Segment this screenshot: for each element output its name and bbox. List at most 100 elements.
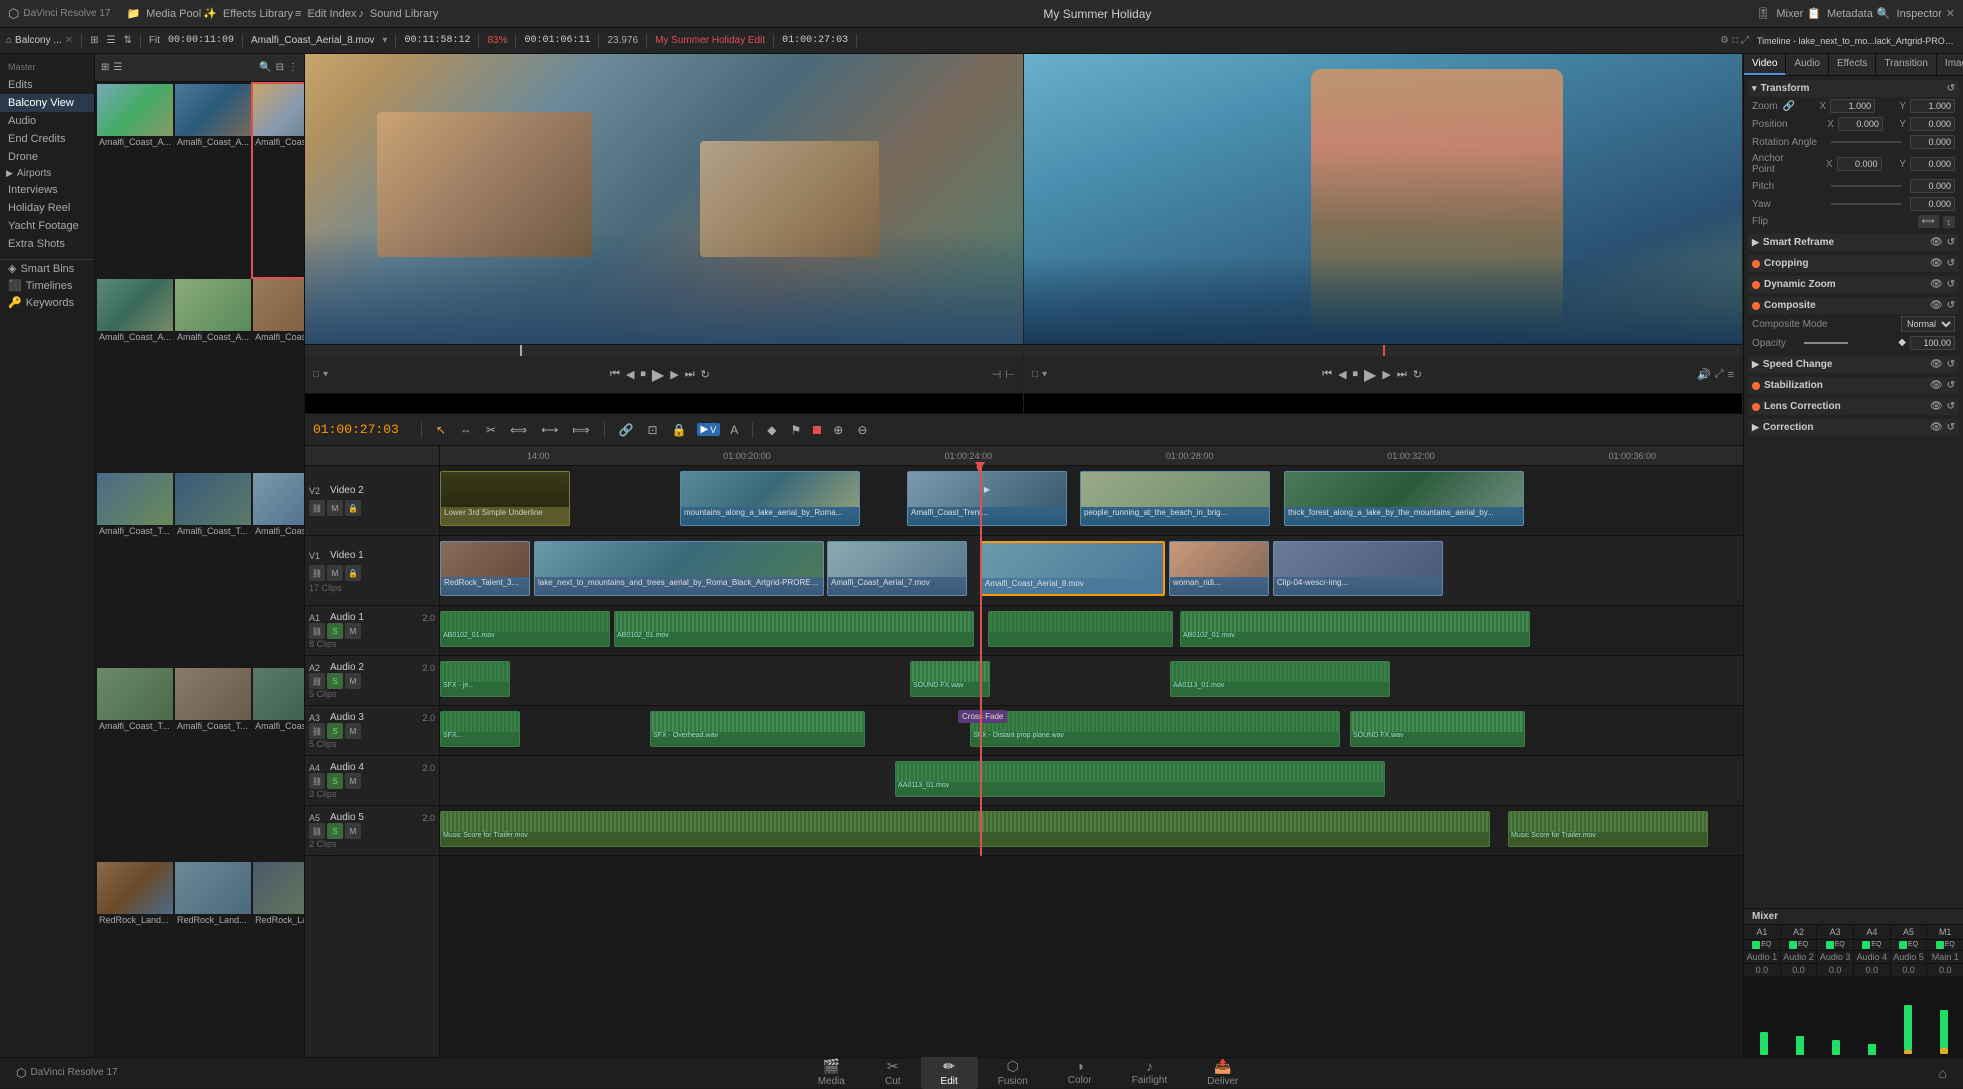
stabilization-reset-icon[interactable]: ↺ [1947,380,1955,391]
nav-edit[interactable]: ✏ Edit [921,1056,978,1089]
zoom-out-btn[interactable]: ⊖ [853,421,871,439]
tracks-scrollable-area[interactable]: 14:00 01:00:20:00 01:00:24:00 01:00:28:0… [440,446,1743,1057]
media-thumb-7[interactable]: Amalfi_Coast_T... [97,473,173,666]
search-icon[interactable]: 🔍 [259,62,271,73]
zoom-link-icon[interactable]: 🔗 [1783,101,1795,112]
position-y-input[interactable] [1910,117,1955,131]
media-thumb-15[interactable]: RedRock_Land... [253,862,304,1055]
anchor-y-input[interactable] [1910,157,1955,171]
rotation-slider[interactable] [1831,141,1902,143]
media-thumb-12[interactable]: Amalfi_Coast_T... [253,668,304,861]
media-thumb-4[interactable]: Amalfi_Coast_A... [97,279,173,472]
cropping-header[interactable]: Cropping 👁 ↺ [1748,255,1959,272]
sidebar-item-drone[interactable]: Drone [0,148,94,166]
source-next-frame-btn[interactable]: ▶ [670,368,678,381]
source-stop-btn[interactable]: ⏹ [640,368,646,381]
a2-aa0113-clip[interactable]: AA0113_01.mov [1170,661,1390,697]
dynamic-zoom-eye-icon[interactable]: 👁 [1930,279,1943,290]
composite-header[interactable]: Composite 👁 ↺ [1748,297,1959,314]
media-thumb-5[interactable]: Amalfi_Coast_A... [175,279,251,472]
composite-mode-select[interactable]: Normal [1901,316,1955,332]
yaw-slider[interactable] [1831,203,1902,205]
sidebar-item-edits[interactable]: Edits [0,76,94,94]
timeline-loop-btn[interactable]: ↻ [1413,368,1422,381]
a3-overhead-clip[interactable]: SFX - Overhead.wav [650,711,865,747]
trim-tool-btn[interactable]: ⇔ [456,421,476,439]
tab-inspector[interactable]: 🔍 Inspector [1877,7,1942,20]
speed-change-header[interactable]: ▶ Speed Change 👁 ↺ [1748,356,1959,373]
a3-propplane-clip[interactable]: SFX - Distant prop plane.wav [970,711,1340,747]
v1-link-btn[interactable]: ⛓ [309,565,325,581]
snap-btn[interactable]: ⊡ [644,421,662,439]
sidebar-item-yacht-footage[interactable]: Yacht Footage [0,217,94,235]
tab-audio[interactable]: Audio [1786,54,1829,75]
bin-close-icon[interactable]: ✕ [65,35,73,46]
timeline-fullscreen-icon[interactable]: ⤢ [1715,368,1724,381]
lens-correction-header[interactable]: Lens Correction 👁 ↺ [1748,398,1959,415]
tab-video[interactable]: Video [1744,54,1786,75]
nav-fusion[interactable]: ⬡ Fusion [978,1056,1048,1089]
anchor-x-input[interactable] [1837,157,1882,171]
audio-only-btn[interactable]: A [726,421,742,439]
a1-link-btn[interactable]: ⛓ [309,623,325,639]
opacity-slider[interactable] [1804,342,1848,344]
v2-mountains-clip[interactable]: mountains_along_a_lake_aerial_by_Roma... [680,471,860,526]
speed-reset-icon[interactable]: ↺ [1947,359,1955,370]
lens-eye-icon[interactable]: 👁 [1930,401,1943,412]
tab-mixer[interactable]: 🎚 Mixer [1756,7,1803,20]
dynamic-trim-btn[interactable]: ⟾ [568,421,593,439]
a5-m-btn[interactable]: M [345,823,361,839]
tab-sound-library[interactable]: ♪ Sound Library [358,8,438,20]
nav-media[interactable]: 🎬 Media [798,1056,865,1089]
slip-tool-btn[interactable]: ⟺ [506,421,531,439]
a1-clip-2[interactable]: AB0102_01.mov [614,611,974,647]
source-skip-start-btn[interactable]: ⏮ [610,368,620,381]
a3-sfx-clip[interactable]: SFX... [440,711,520,747]
a1-s-btn[interactable]: S [327,623,343,639]
view-icon[interactable]: ⊞ [101,62,109,73]
a4-link-btn[interactable]: ⛓ [309,773,325,789]
list-view-btn[interactable]: ☰ [107,35,116,46]
link-btn[interactable]: 🔗 [615,421,638,439]
flip-v-btn[interactable]: ↕ [1943,216,1956,228]
nav-fairlight[interactable]: ♪ Fairlight [1112,1056,1188,1089]
a5-music-clip-2[interactable]: Music Score for Trailer.mov [1508,811,1708,847]
transform-header[interactable]: ▾ Transform ↺ [1748,80,1959,97]
nav-color[interactable]: ◑ Color [1048,1056,1112,1089]
yaw-input[interactable] [1910,197,1955,211]
fullscreen-icon[interactable]: ⤢ [1741,35,1749,46]
sidebar-item-audio[interactable]: Audio [0,112,94,130]
monitor-icon[interactable]: □ [1732,35,1738,46]
a3-link-btn[interactable]: ⛓ [309,723,325,739]
timeline-expand-icon[interactable]: ▾ [1042,369,1047,380]
composite-eye-icon[interactable]: 👁 [1930,300,1943,311]
media-thumb-9[interactable]: Amalfi_Coast_T... [253,473,304,666]
source-play-btn[interactable]: ▶ [652,365,664,385]
list-icon[interactable]: ☰ [113,62,122,73]
a2-clip-sfx[interactable]: SFX - je... [440,661,510,697]
a1-clip-4[interactable]: AB0102_01.mov [1180,611,1530,647]
tab-image[interactable]: Image [1937,54,1963,75]
media-thumb-8[interactable]: Amalfi_Coast_T... [175,473,251,666]
lock-btn[interactable]: 🔒 [668,421,691,439]
timeline-skip-start-btn[interactable]: ⏮ [1322,368,1332,381]
v1-redrock-clip[interactable]: RedRock_Talent_3... [440,541,530,596]
add-marker-dot[interactable] [813,426,821,434]
flip-h-btn[interactable]: ⟺ [1918,215,1939,228]
cropping-reset-icon[interactable]: ↺ [1947,258,1955,269]
tab-effects[interactable]: Effects [1829,54,1876,75]
v2-lock-btn[interactable]: 🔒 [345,500,361,516]
tab-edit-index[interactable]: ≡ Edit Index [295,8,356,20]
a3-m-btn[interactable]: M [345,723,361,739]
transform-reset-icon[interactable]: ↺ [1947,83,1955,94]
sidebar-item-keywords[interactable]: 🔑 Keywords [0,294,94,311]
tab-media-pool[interactable]: 📁 Media Pool [126,7,201,20]
close-inspector-icon[interactable]: ✕ [1946,7,1955,20]
correction-header[interactable]: ▶ Correction 👁 ↺ [1748,419,1959,436]
pitch-input[interactable] [1910,179,1955,193]
a5-s-btn[interactable]: S [327,823,343,839]
correction-eye-icon[interactable]: 👁 [1930,422,1943,433]
marker-btn[interactable]: ◆ [763,421,780,439]
a1-m-btn[interactable]: M [345,623,361,639]
clip-flag-btn[interactable]: ⚑ [787,421,806,439]
